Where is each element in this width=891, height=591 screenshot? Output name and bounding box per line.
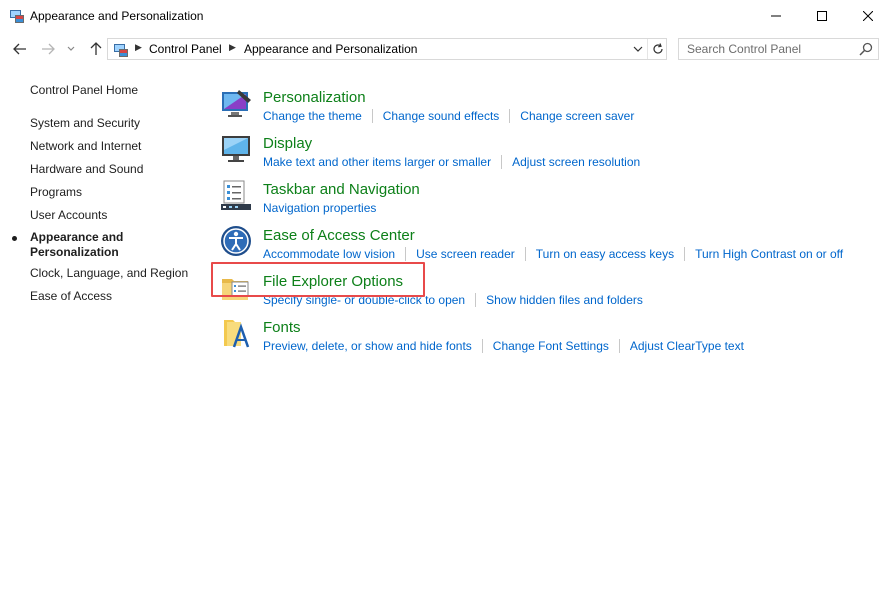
link-turn-high-contrast[interactable]: Turn High Contrast on or off xyxy=(695,247,843,261)
link-divider xyxy=(371,109,373,123)
minimize-button[interactable] xyxy=(753,0,799,32)
sidebar-item-hardware-and-sound[interactable]: Hardware and Sound xyxy=(30,162,143,176)
minimize-icon xyxy=(771,15,781,17)
current-item-bullet xyxy=(12,236,17,241)
breadcrumb-appearance-and-personalization[interactable]: Appearance and Personalization xyxy=(244,42,417,56)
fonts-title[interactable]: Fonts xyxy=(263,319,301,336)
forward-button[interactable] xyxy=(38,40,58,58)
link-divider xyxy=(509,109,511,123)
sidebar-item-control-panel-home[interactable]: Control Panel Home xyxy=(30,83,138,97)
display-title[interactable]: Display xyxy=(263,135,312,152)
sidebar-item-ease-of-access[interactable]: Ease of Access xyxy=(30,289,112,303)
ease-of-access-icon xyxy=(221,226,251,256)
link-adjust-cleartype-text[interactable]: Adjust ClearType text xyxy=(630,339,744,353)
arrow-left-icon xyxy=(13,43,26,55)
control-panel-icon xyxy=(10,10,24,23)
ease-of-access-center-title[interactable]: Ease of Access Center xyxy=(263,227,415,244)
category-ease-of-access-center: Ease of Access Center Accommodate low vi… xyxy=(215,220,891,266)
refresh-icon xyxy=(652,43,663,54)
title-bar: Appearance and Personalization xyxy=(0,0,891,32)
link-adjust-screen-resolution[interactable]: Adjust screen resolution xyxy=(512,155,640,169)
display-icon xyxy=(222,136,250,162)
window-title: Appearance and Personalization xyxy=(30,9,204,23)
sidebar-item-system-and-security[interactable]: System and Security xyxy=(30,116,140,130)
sidebar-item-network-and-internet[interactable]: Network and Internet xyxy=(30,139,141,153)
fonts-links: Preview, delete, or show and hide fonts … xyxy=(263,339,744,353)
sidebar-item-appearance-and-personalization: Appearance and Personalization xyxy=(30,230,124,259)
highlight-box xyxy=(211,262,425,297)
personalization-title[interactable]: Personalization xyxy=(263,89,366,106)
fonts-icon xyxy=(224,320,250,348)
link-change-screen-saver[interactable]: Change screen saver xyxy=(520,109,634,123)
link-make-text-larger[interactable]: Make text and other items larger or smal… xyxy=(263,155,491,169)
personalization-icon xyxy=(222,90,251,117)
link-change-font-settings[interactable]: Change Font Settings xyxy=(493,339,609,353)
link-divider xyxy=(684,247,686,261)
link-divider xyxy=(501,155,503,169)
navigation-bar: ▶ Control Panel ▶ Appearance and Persona… xyxy=(0,34,891,64)
link-divider xyxy=(475,293,477,307)
link-divider xyxy=(481,339,483,353)
search-input[interactable] xyxy=(679,39,854,59)
taskbar-and-navigation-title[interactable]: Taskbar and Navigation xyxy=(263,181,420,198)
taskbar-icon xyxy=(221,180,251,210)
display-links: Make text and other items larger or smal… xyxy=(263,155,640,169)
chevron-down-icon xyxy=(67,46,75,51)
search-icon[interactable] xyxy=(859,42,873,56)
category-taskbar-and-navigation: Taskbar and Navigation Navigation proper… xyxy=(215,174,891,220)
address-bar[interactable]: ▶ Control Panel ▶ Appearance and Persona… xyxy=(107,38,667,60)
maximize-icon xyxy=(817,11,827,21)
sidebar-item-programs[interactable]: Programs xyxy=(30,185,82,199)
chevron-down-icon xyxy=(633,46,643,52)
search-box[interactable] xyxy=(678,38,879,60)
arrow-right-icon xyxy=(42,43,55,55)
up-button[interactable] xyxy=(86,40,106,58)
ease-of-access-center-links: Accommodate low vision Use screen reader… xyxy=(263,247,843,261)
control-panel-icon xyxy=(114,44,128,57)
link-accommodate-low-vision[interactable]: Accommodate low vision xyxy=(263,247,395,261)
recent-locations-button[interactable] xyxy=(64,40,78,58)
sidebar-item-user-accounts[interactable]: User Accounts xyxy=(30,208,107,222)
sidebar-item-clock-language-and-region[interactable]: Clock, Language, and Region xyxy=(30,266,188,280)
category-personalization: Personalization Change the theme Change … xyxy=(215,82,891,128)
link-show-hidden-files[interactable]: Show hidden files and folders xyxy=(486,293,643,307)
category-fonts: Fonts Preview, delete, or show and hide … xyxy=(215,312,891,358)
close-icon xyxy=(863,11,873,21)
link-navigation-properties[interactable]: Navigation properties xyxy=(263,201,376,215)
link-divider xyxy=(524,247,526,261)
breadcrumb-separator-icon[interactable]: ▶ xyxy=(135,42,142,53)
taskbar-and-navigation-links: Navigation properties xyxy=(263,201,376,215)
link-use-screen-reader[interactable]: Use screen reader xyxy=(416,247,515,261)
link-divider xyxy=(618,339,620,353)
personalization-links: Change the theme Change sound effects Ch… xyxy=(263,109,634,123)
link-change-the-theme[interactable]: Change the theme xyxy=(263,109,362,123)
category-display: Display Make text and other items larger… xyxy=(215,128,891,174)
link-change-sound-effects[interactable]: Change sound effects xyxy=(383,109,500,123)
address-dropdown-button[interactable] xyxy=(629,39,647,59)
link-preview-delete-fonts[interactable]: Preview, delete, or show and hide fonts xyxy=(263,339,472,353)
breadcrumb-separator-icon[interactable]: ▶ xyxy=(229,42,236,53)
maximize-button[interactable] xyxy=(799,0,845,32)
close-button[interactable] xyxy=(845,0,891,32)
link-divider xyxy=(405,247,407,261)
back-button[interactable] xyxy=(10,40,30,58)
link-turn-on-easy-access-keys[interactable]: Turn on easy access keys xyxy=(536,247,674,261)
arrow-up-icon xyxy=(90,42,102,55)
refresh-button[interactable] xyxy=(647,39,667,59)
breadcrumb-control-panel[interactable]: Control Panel xyxy=(149,42,222,56)
